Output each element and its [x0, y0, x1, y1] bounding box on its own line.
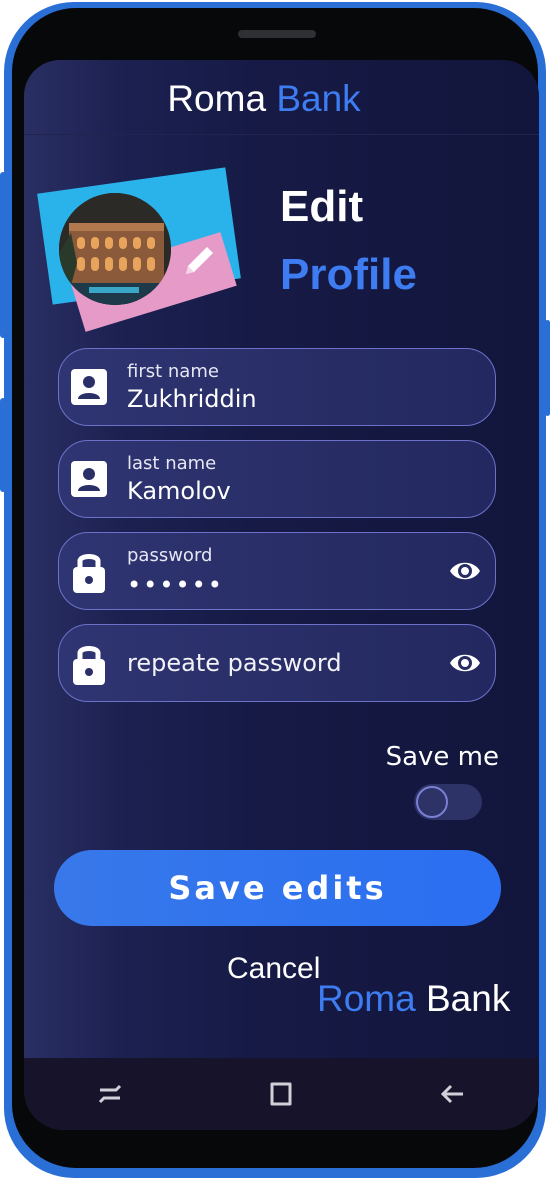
page-title-line1: Edit — [280, 182, 364, 231]
repeat-password-input[interactable]: repeate password — [127, 649, 342, 677]
back-arrow-icon[interactable] — [428, 1069, 478, 1119]
password-input[interactable]: •••••• — [127, 571, 224, 599]
brand-name-first: Roma — [317, 978, 416, 1019]
save-me-toggle[interactable] — [414, 784, 482, 820]
password-label: password — [127, 545, 213, 566]
page-title-line2: Profile — [280, 250, 417, 299]
phone-speaker — [238, 30, 316, 38]
save-edits-button[interactable]: Save edits — [54, 850, 501, 926]
brand-name-first: Roma — [167, 78, 267, 119]
person-card-icon — [71, 461, 107, 497]
person-card-icon — [71, 369, 107, 405]
toggle-knob[interactable] — [416, 786, 448, 818]
home-icon[interactable] — [256, 1069, 306, 1119]
avatar-editor[interactable] — [37, 167, 250, 332]
lock-icon — [71, 549, 107, 595]
brand-name-second: Bank — [276, 78, 361, 119]
cancel-button[interactable]: Cancel — [227, 952, 320, 986]
last-name-input[interactable]: Kamolov — [127, 477, 231, 505]
last-name-field[interactable]: last name Kamolov — [58, 440, 496, 518]
first-name-field[interactable]: first name Zukhriddin — [58, 348, 496, 426]
brand-name-second: Bank — [425, 978, 511, 1019]
password-field[interactable]: password •••••• — [58, 532, 496, 610]
first-name-label: first name — [127, 361, 219, 382]
phone-side-button — [545, 320, 550, 416]
repeat-password-field[interactable]: repeate password — [58, 624, 496, 702]
pencil-icon[interactable] — [180, 240, 220, 284]
first-name-input[interactable]: Zukhriddin — [127, 385, 257, 413]
save-me-label: Save me — [385, 742, 499, 772]
eye-icon[interactable] — [449, 650, 481, 676]
avatar[interactable] — [59, 193, 171, 305]
last-name-label: last name — [127, 453, 217, 474]
system-navigation-bar — [24, 1058, 539, 1130]
header-divider — [24, 134, 539, 135]
eye-icon[interactable] — [449, 558, 481, 584]
lock-icon — [71, 641, 107, 687]
colosseum-photo — [59, 193, 171, 305]
phone-side-button — [0, 398, 6, 492]
app-screen: Roma Bank Edit Profile first name Zukhri… — [24, 60, 539, 1130]
phone-side-button — [0, 172, 6, 338]
recent-apps-icon[interactable] — [85, 1069, 135, 1119]
app-brand-header: Roma Bank — [24, 78, 504, 120]
app-brand-footer: Roma Bank — [317, 978, 510, 1020]
